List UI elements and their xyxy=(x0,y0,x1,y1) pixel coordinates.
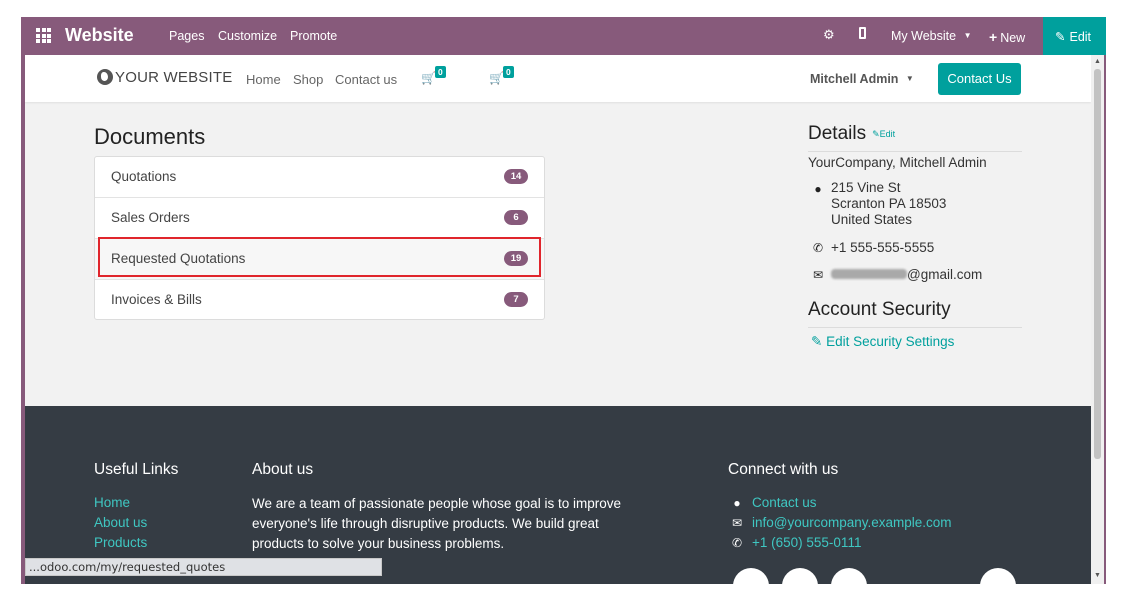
doc-item-sales-orders[interactable]: Sales Orders 6 xyxy=(95,198,544,239)
cart-badge: 0 xyxy=(503,66,514,78)
social-twitter-icon[interactable] xyxy=(782,568,818,584)
details-title: Details ✎Edit xyxy=(808,123,895,145)
contact-us-button[interactable]: Contact Us xyxy=(938,63,1021,95)
phone-icon: ✆ xyxy=(812,241,824,255)
pencil-icon: ✎ xyxy=(1055,30,1066,44)
cart-badge: 0 xyxy=(435,66,446,78)
user-menu[interactable]: Mitchell Admin ▼ xyxy=(810,72,914,86)
divider xyxy=(808,151,1022,152)
cart-icon: 🛒 xyxy=(489,71,504,85)
redacted-email-blur xyxy=(831,269,907,279)
edit-security-settings-label: Edit Security Settings xyxy=(826,334,955,349)
pencil-icon: ✎ xyxy=(872,129,880,139)
nav-contact-us[interactable]: Contact us xyxy=(335,72,397,87)
comment-icon: ● xyxy=(733,496,741,510)
nav-home[interactable]: Home xyxy=(246,72,281,87)
social-facebook-icon[interactable] xyxy=(733,568,769,584)
edit-button-label: Edit xyxy=(1069,30,1092,44)
mobile-preview-icon[interactable] xyxy=(859,27,866,42)
account-security-title: Account Security xyxy=(808,299,951,320)
doc-item-invoices-bills[interactable]: Invoices & Bills 7 xyxy=(95,280,544,321)
new-button-label: New xyxy=(1000,31,1026,45)
footer-email-link[interactable]: info@yourcompany.example.com xyxy=(752,515,952,530)
doc-count-badge: 7 xyxy=(504,292,528,307)
menu-pages[interactable]: Pages xyxy=(169,29,204,43)
chevron-down-icon: ▼ xyxy=(963,31,972,40)
browser-status-url: ...odoo.com/my/requested_quotes xyxy=(25,558,382,576)
map-marker-icon: ● xyxy=(814,182,822,196)
doc-item-label: Quotations xyxy=(111,169,177,184)
details-phone: +1 555-555-5555 xyxy=(831,240,935,255)
social-github-icon[interactable] xyxy=(980,568,1016,584)
details-title-text: Details xyxy=(808,123,867,144)
nav-shop[interactable]: Shop xyxy=(293,72,323,87)
footer-phone-link[interactable]: +1 (650) 555-0111 xyxy=(752,535,861,550)
details-address-line1: 215 Vine St xyxy=(831,180,901,195)
footer-connect-title: Connect with us xyxy=(728,461,839,478)
site-navbar: YOUR WEBSITE Home Shop Contact us 🛒 0 🛒 … xyxy=(25,55,1091,102)
footer-link-home[interactable]: Home xyxy=(94,495,130,510)
plus-icon: + xyxy=(989,29,998,45)
chevron-down-icon: ▼ xyxy=(905,74,914,83)
phone-icon: ✆ xyxy=(731,536,743,550)
details-address-line2: Scranton PA 18503 xyxy=(831,196,947,211)
envelope-icon: ✉ xyxy=(731,516,743,530)
footer-link-products[interactable]: Products xyxy=(94,535,147,550)
website-selector[interactable]: My Website ▼ xyxy=(891,29,971,43)
details-address-line3: United States xyxy=(831,212,913,227)
new-button[interactable]: + New xyxy=(989,29,1025,45)
browser-frame: Website Pages Customize Promote ⚙ My Web… xyxy=(21,17,1106,584)
cart-link-secondary[interactable]: 🛒 0 xyxy=(489,66,514,85)
details-company: YourCompany, Mitchell Admin xyxy=(808,155,987,170)
user-name: Mitchell Admin xyxy=(810,72,899,86)
footer-link-about-us[interactable]: About us xyxy=(94,515,147,530)
pencil-icon: ✎ xyxy=(811,334,823,349)
envelope-icon: ✉ xyxy=(812,268,824,282)
site-logo[interactable]: YOUR WEBSITE xyxy=(97,69,232,86)
scroll-down-arrow-icon[interactable]: ▼ xyxy=(1094,572,1101,579)
website-selector-label: My Website xyxy=(891,29,957,43)
logo-text: YOUR WEBSITE xyxy=(115,69,233,86)
app-title: Website xyxy=(65,25,134,45)
footer-contact-us-link[interactable]: Contact us xyxy=(752,495,817,510)
footer-about-text: We are a team of passionate people whose… xyxy=(252,496,621,551)
menu-customize[interactable]: Customize xyxy=(218,29,277,43)
admin-toolbar: Website Pages Customize Promote ⚙ My Web… xyxy=(21,17,1106,55)
apps-menu-icon[interactable] xyxy=(36,28,51,43)
globe-icon xyxy=(97,69,113,85)
scrollbar-thumb[interactable] xyxy=(1094,69,1101,459)
annotation-highlight-box xyxy=(98,237,541,277)
doc-count-badge: 6 xyxy=(504,210,528,225)
social-linkedin-icon[interactable] xyxy=(831,568,867,584)
details-email-suffix: @gmail.com xyxy=(907,267,983,282)
details-email: @gmail.com xyxy=(831,267,982,283)
edit-button[interactable]: ✎ Edit xyxy=(1043,17,1106,55)
menu-promote[interactable]: Promote xyxy=(290,29,337,43)
documents-title: Documents xyxy=(94,124,206,149)
bug-icon[interactable]: ⚙ xyxy=(823,27,835,43)
doc-count-badge: 14 xyxy=(504,169,528,184)
website-page: YOUR WEBSITE Home Shop Contact us 🛒 0 🛒 … xyxy=(25,55,1091,584)
doc-item-label: Invoices & Bills xyxy=(111,292,202,307)
edit-security-settings-link[interactable]: ✎ Edit Security Settings xyxy=(811,334,954,350)
cart-link[interactable]: 🛒 0 xyxy=(421,66,446,85)
page-scrollbar[interactable]: ▲ ▼ xyxy=(1091,55,1104,584)
cart-icon: 🛒 xyxy=(421,71,436,85)
footer-useful-links-title: Useful Links xyxy=(94,461,179,478)
footer-about-title: About us xyxy=(252,461,314,478)
scroll-up-arrow-icon[interactable]: ▲ xyxy=(1094,58,1101,65)
doc-item-label: Sales Orders xyxy=(111,210,190,225)
divider xyxy=(808,327,1022,328)
details-edit-label: Edit xyxy=(879,129,896,139)
doc-item-quotations[interactable]: Quotations 14 xyxy=(95,157,544,198)
details-edit-link[interactable]: ✎Edit xyxy=(872,129,895,139)
